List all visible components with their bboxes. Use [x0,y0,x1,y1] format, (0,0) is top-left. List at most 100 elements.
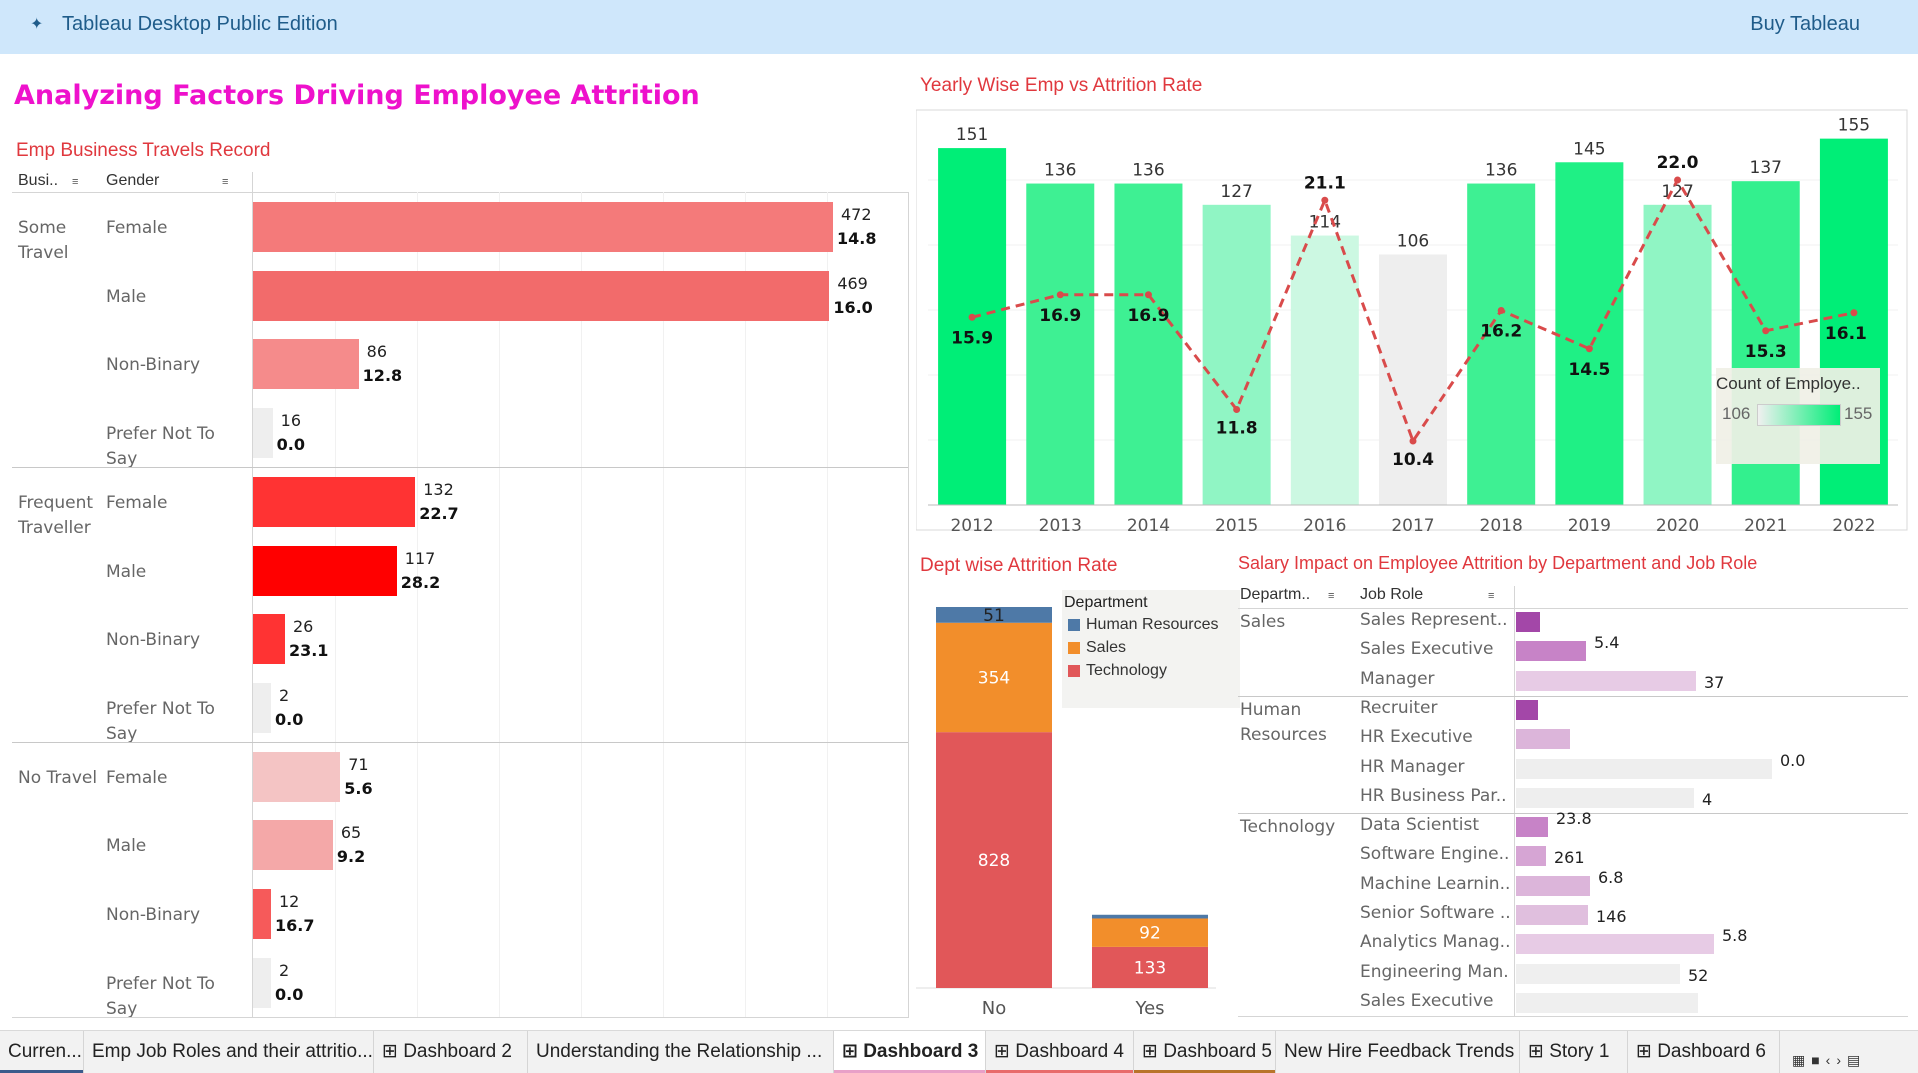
sheet-tab[interactable]: Curren... [0,1031,84,1073]
travel-rate-label: 9.2 [336,847,366,867]
sort-icon[interactable]: ≡ [72,176,79,188]
tableau-logo-icon: ✦ [30,16,44,33]
travel-bar [253,408,273,459]
attrition-rate-label: 16.9 [1039,306,1081,326]
attrition-rate-point [1409,437,1417,445]
salary-value-label: 146 [1596,907,1627,926]
dept-segment-label: 92 [1139,924,1161,944]
salary-bar [1516,875,1590,896]
travel-bar [253,614,285,665]
top-bar: ✦ Tableau Desktop Public Edition Buy Tab… [0,0,1918,54]
salary-bar [1516,612,1540,632]
sheet-tab[interactable]: Emp Job Roles and their attritio... [84,1031,374,1073]
sheet-tab[interactable]: ⊞ Dashboard 4 [986,1031,1134,1073]
travel-count-label: 12 [279,892,300,911]
year-tick-label: 2016 [1303,516,1346,536]
salary-col2-header[interactable]: Job Role [1360,586,1423,604]
salary-col1-header[interactable]: Departm.. [1240,586,1310,604]
year-bar [1026,183,1095,505]
attrition-rate-point [1233,406,1241,413]
travel-bar [253,339,359,390]
attrition-rate-point [1497,307,1505,314]
salary-dept-label: Sales [1240,612,1286,632]
year-bar [1555,162,1624,505]
dept-legend-item: Technology [1068,662,1167,680]
year-tick-label: 2019 [1568,516,1611,536]
sort-icon[interactable]: ≡ [1488,590,1495,602]
tab-nav-icons[interactable]: ▦■‹›▤ [1792,1052,1866,1069]
sheet-tab[interactable]: ⊞ Dashboard 2 [374,1031,528,1073]
sheet-tab[interactable]: ⊞ Dashboard 3 [834,1031,986,1073]
legend-min: 106 [1722,404,1751,423]
travel-rate-label: 16.0 [833,297,873,317]
salary-value-label: 52 [1688,965,1709,985]
attrition-rate-label: 10.4 [1392,450,1434,470]
buy-tableau-link[interactable]: Buy Tableau [1750,13,1860,36]
travel-count-label: 16 [280,411,302,431]
salary-role-label: Sales Executive [1360,990,1494,1011]
legend-swatch [1068,619,1080,631]
salary-value-label: 4 [1702,789,1713,809]
travel-rate-label: 16.7 [275,916,315,935]
legend-swatch [1068,642,1080,654]
travel-group-label: Frequent Traveller [18,492,94,538]
travel-bar [253,545,397,596]
salary-bar [1516,905,1588,925]
sheet-tab[interactable]: Understanding the Relationship ... [528,1031,834,1073]
year-count-label: 136 [1485,161,1517,181]
salary-role-label: Sales Executive [1360,639,1494,660]
year-bar [1643,204,1712,505]
legend-gradient [1757,404,1841,426]
year-count-label: 151 [956,125,988,145]
salary-value-label: 37 [1704,672,1725,692]
dept-tick-label: No [982,998,1006,1019]
year-count-label: 127 [1661,182,1693,202]
sort-icon[interactable]: ≡ [1328,590,1335,602]
sheet-tab[interactable]: ⊞ Story 1 [1520,1031,1628,1073]
salary-value-label: 6.8 [1598,867,1624,887]
travel-rate-label: 0.0 [276,435,305,455]
travel-sheet-title: Emp Business Travels Record [16,140,271,161]
travel-bar [253,957,271,1008]
travel-bar [253,682,271,733]
salary-bar [1516,758,1772,779]
travel-gender-label: Male [106,561,147,582]
legend-label: Human Resources [1086,616,1219,633]
travel-rate-label: 22.7 [419,503,459,523]
salary-dept-label: Human Resources [1240,699,1327,745]
dashboard-title: Analyzing Factors Driving Employee Attri… [14,80,700,111]
travel-count-label: 132 [423,479,454,499]
travel-rate-label: 0.0 [275,984,304,1004]
salary-role-label: Analytics Manag.. [1360,932,1510,953]
travel-rate-label: 23.1 [288,641,329,661]
salary-bar [1516,729,1570,750]
year-count-label: 127 [1220,182,1252,202]
attrition-rate-point [1674,176,1682,184]
travel-col1-header[interactable]: Busi.. [18,172,58,190]
salary-bar [1516,699,1538,720]
dept-segment-label: 828 [978,851,1010,871]
travel-col2-header[interactable]: Gender [106,172,159,190]
travel-count-label: 2 [279,960,290,980]
dept-legend-item: Human Resources [1068,616,1219,634]
salary-role-label: Data Scientist [1360,815,1479,836]
salary-bar [1516,934,1714,955]
attrition-rate-point [968,313,976,321]
sheet-tabs: Curren... Emp Job Roles and their attriti… [0,1030,1918,1073]
attrition-rate-label: 16.1 [1825,324,1867,344]
travel-gender-label: Female [106,218,168,238]
travel-bar [253,889,271,939]
travel-count-label: 26 [292,617,314,637]
salary-dept-label: Technology [1240,817,1336,838]
yearly-combo-chart: 151 2012 136 2013 136 2014 127 2015 114 2016 106 20… [916,109,1908,536]
sheet-tab[interactable]: New Hire Feedback Trends [1276,1031,1520,1073]
sort-icon[interactable]: ≡ [222,176,229,188]
salary-role-label: HR Business Par.. [1360,785,1507,806]
sheet-tab[interactable]: ⊞ Dashboard 6 [1628,1031,1780,1073]
attrition-rate-point [1762,327,1770,335]
sheet-tab[interactable]: ⊞ Dashboard 5 [1134,1031,1276,1073]
dept-sheet-title: Dept wise Attrition Rate [920,555,1118,576]
year-count-label: 145 [1573,139,1605,159]
travel-gender-label: Prefer Not To Say [106,424,215,470]
salary-axis-line [1514,586,1515,1016]
